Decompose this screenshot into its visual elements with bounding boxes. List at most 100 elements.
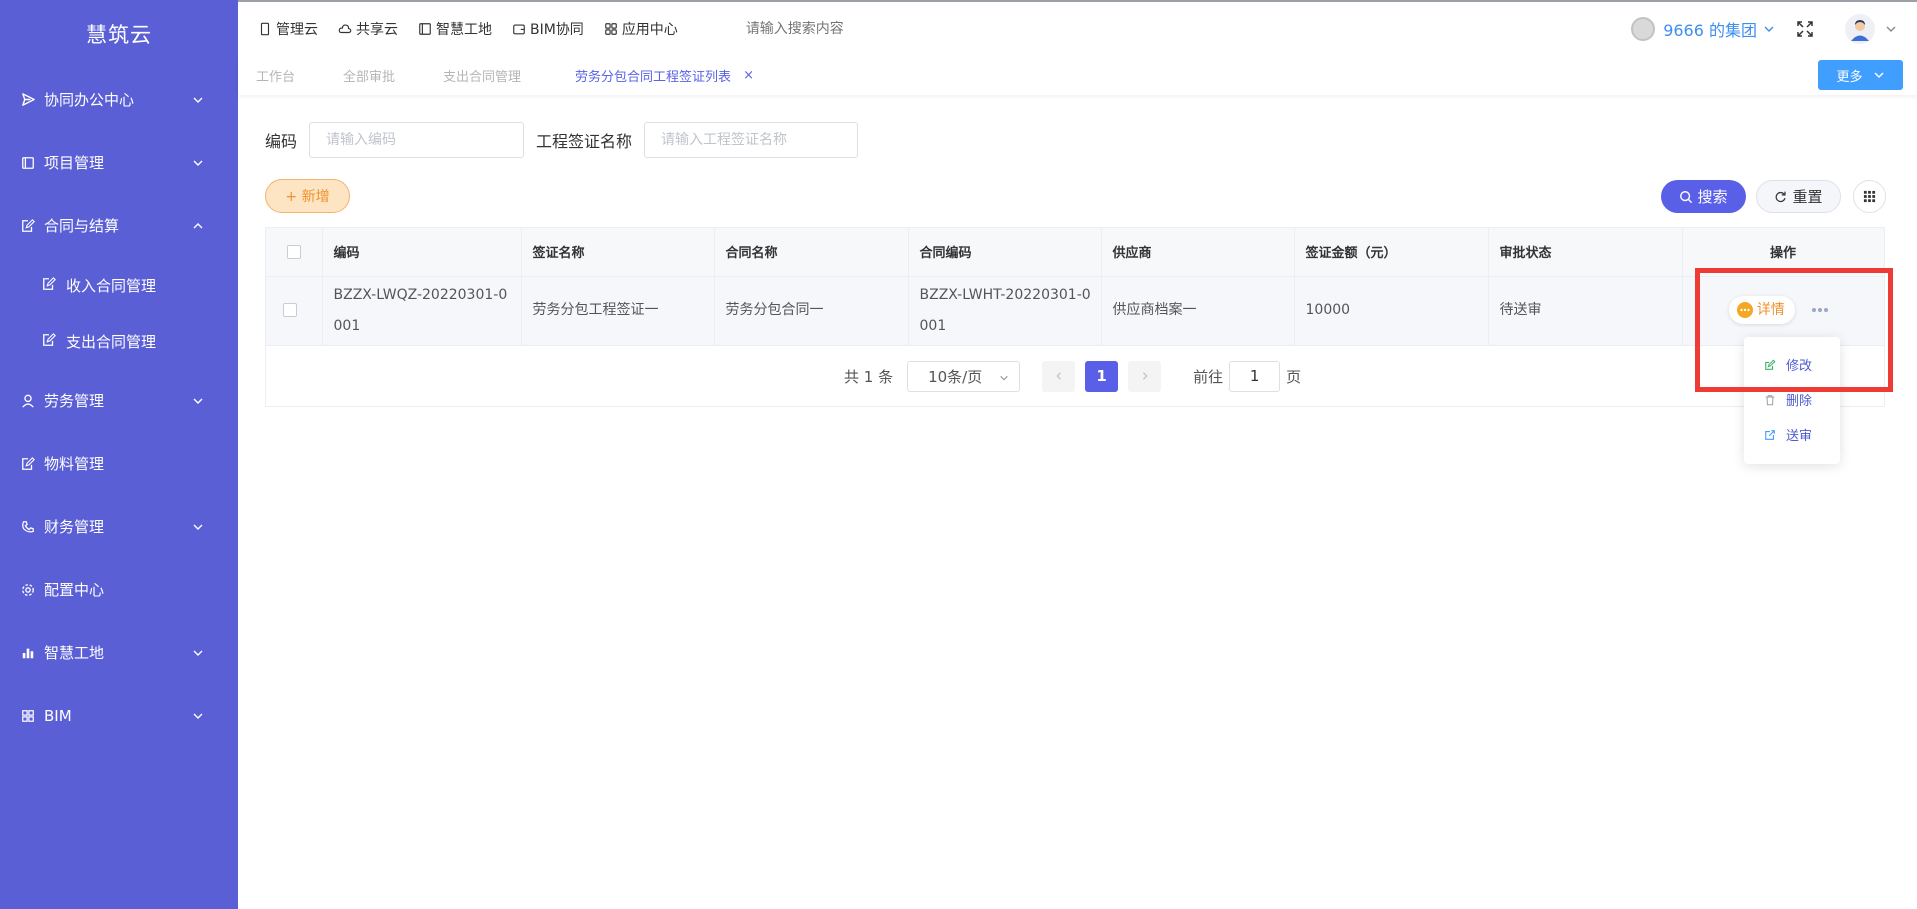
sidebar-item-label: 协同办公中心	[44, 91, 135, 109]
pagination-total: 共 1 条	[844, 367, 894, 386]
chevron-down-icon	[193, 524, 203, 530]
sidebar-item-contracts[interactable]: 合同与结算	[0, 194, 238, 257]
page-number-button[interactable]: 1	[1085, 360, 1119, 392]
topnav-label: 管理云	[276, 22, 318, 38]
chevron-down-icon	[1000, 375, 1008, 380]
table-header-row: 编码 签证名称 合同名称 合同编码 供应商 签证金额（元） 审批状态 操作	[266, 228, 1885, 277]
row-checkbox[interactable]	[282, 303, 297, 317]
column-header[interactable]: 签证名称	[521, 228, 715, 277]
topnav-app-center[interactable]: 应用中心	[604, 19, 678, 39]
topnav-management-cloud[interactable]: 管理云	[258, 19, 318, 39]
goto-label: 前往	[1193, 367, 1224, 386]
reset-button[interactable]: 重置	[1756, 180, 1841, 213]
search-button[interactable]: 搜索	[1661, 180, 1746, 213]
fullscreen-icon[interactable]	[1795, 19, 1815, 39]
topnav-label: 智慧工地	[436, 22, 492, 38]
sidebar-item-materials[interactable]: 物料管理	[0, 432, 238, 495]
tab-labor-visa-list[interactable]: 劳务分包合同工程签证列表 ×	[575, 66, 754, 85]
grid-icon	[20, 708, 36, 724]
dropdown-submit[interactable]: 送审	[1744, 417, 1840, 452]
column-header[interactable]: 合同名称	[714, 228, 909, 277]
cell-contract-name: 劳务分包合同一	[714, 276, 909, 346]
chevron-down-icon	[193, 398, 203, 404]
sidebar-item-collaboration[interactable]: 协同办公中心	[0, 68, 238, 131]
table-row[interactable]: BZZX-LWQZ-20220301-0001 劳务分包工程签证一 劳务分包合同…	[266, 276, 1885, 346]
sidebar-item-label: 劳务管理	[44, 392, 105, 410]
global-search-input[interactable]	[745, 21, 946, 37]
sidebar-item-label: 配置中心	[44, 581, 105, 599]
topnav-shared-cloud[interactable]: 共享云	[338, 19, 398, 39]
topnav-smart-site[interactable]: 智慧工地	[418, 19, 492, 39]
chevron-down-icon[interactable]	[1763, 23, 1775, 35]
topnav-label: 共享云	[356, 22, 398, 38]
org-logo	[1631, 17, 1656, 41]
topnav-bim-collab[interactable]: BIM协同	[512, 19, 584, 39]
chevron-down-icon	[1874, 72, 1883, 78]
detail-button[interactable]: 详情	[1728, 296, 1795, 324]
edit-doc-icon	[20, 456, 36, 472]
tab-bar: 工作台 全部审批 支出合同管理 劳务分包合同工程签证列表 × 更多	[238, 56, 1917, 95]
edit-doc-icon	[42, 277, 58, 293]
chevron-down-icon	[193, 160, 203, 166]
pagination: 共 1 条 10条/页 1 前往 页	[265, 358, 1885, 394]
tab-label: 劳务分包合同工程签证列表	[575, 70, 732, 85]
book-icon	[20, 155, 36, 171]
more-actions-icon[interactable]	[1811, 307, 1829, 313]
select-all-cell	[266, 228, 323, 277]
avatar[interactable]	[1845, 14, 1875, 44]
column-header[interactable]: 合同编码	[908, 228, 1102, 277]
next-page-button[interactable]	[1128, 360, 1162, 392]
column-header[interactable]: 编码	[322, 228, 522, 277]
phone-icon	[20, 519, 36, 535]
cell-supplier: 供应商档案一	[1101, 276, 1295, 346]
detail-button-label: 详情	[1756, 301, 1785, 318]
more-button[interactable]: 更多	[1818, 60, 1903, 90]
trash-icon	[1764, 394, 1776, 406]
sidebar-item-label: BIM	[44, 706, 72, 725]
tab-all-approvals[interactable]: 全部审批	[343, 66, 395, 85]
sidebar-item-config[interactable]: 配置中心	[0, 558, 238, 621]
sidebar-item-labor[interactable]: 劳务管理	[0, 369, 238, 432]
row-actions-dropdown: 修改 删除 送审	[1744, 337, 1840, 464]
tab-workbench[interactable]: 工作台	[256, 66, 295, 85]
chevron-down-icon	[193, 650, 203, 656]
cell-amount: 10000	[1294, 276, 1489, 346]
prev-page-button[interactable]	[1042, 360, 1076, 392]
close-icon[interactable]: ×	[743, 68, 754, 83]
sidebar-item-projects[interactable]: 项目管理	[0, 131, 238, 194]
gear-icon	[20, 582, 36, 598]
sidebar-item-bim[interactable]: BIM	[0, 684, 238, 747]
column-header[interactable]: 签证金额（元）	[1294, 228, 1489, 277]
select-all-checkbox[interactable]	[286, 244, 301, 259]
org-switcher[interactable]: 9666 的集团	[1663, 17, 1757, 41]
page-size-select[interactable]: 10条/页	[907, 360, 1021, 392]
edit-doc-icon	[42, 333, 58, 349]
sidebar-item-label: 财务管理	[44, 518, 105, 536]
dropdown-delete[interactable]: 删除	[1744, 382, 1840, 417]
page-size-value: 10条/页	[928, 367, 983, 386]
edit-icon	[1764, 359, 1776, 371]
topnav-label: 应用中心	[621, 22, 678, 38]
sidebar-item-finance[interactable]: 财务管理	[0, 495, 238, 558]
code-filter-label: 编码	[265, 132, 298, 151]
sidebar-subitem-label: 支出合同管理	[66, 332, 157, 351]
column-header[interactable]: 供应商	[1101, 228, 1295, 277]
dropdown-edit[interactable]: 修改	[1744, 347, 1840, 382]
top-bar: 管理云 共享云 智慧工地 BIM协同 应用中心 9666 的集团	[238, 0, 1917, 56]
phone-device-icon	[258, 22, 272, 36]
visa-name-filter-input[interactable]	[644, 122, 859, 158]
column-settings-button[interactable]	[1853, 180, 1886, 213]
add-button[interactable]: + 新增	[265, 179, 350, 213]
code-filter-input[interactable]	[309, 122, 525, 158]
worker-icon	[20, 393, 36, 409]
goto-page-input[interactable]	[1229, 360, 1281, 392]
tab-expense-contracts[interactable]: 支出合同管理	[443, 66, 521, 85]
chevron-down-icon[interactable]	[1885, 23, 1897, 35]
column-header[interactable]: 审批状态	[1488, 228, 1683, 277]
cell-code: BZZX-LWQZ-20220301-0001	[322, 276, 522, 346]
dropdown-item-label: 删除	[1786, 394, 1813, 409]
sidebar-subitem-label: 收入合同管理	[66, 276, 157, 295]
sidebar-item-smart-site[interactable]: 智慧工地	[0, 621, 238, 684]
sidebar-subitem-expense-contracts[interactable]: 支出合同管理	[0, 313, 238, 369]
sidebar-subitem-income-contracts[interactable]: 收入合同管理	[0, 257, 238, 313]
